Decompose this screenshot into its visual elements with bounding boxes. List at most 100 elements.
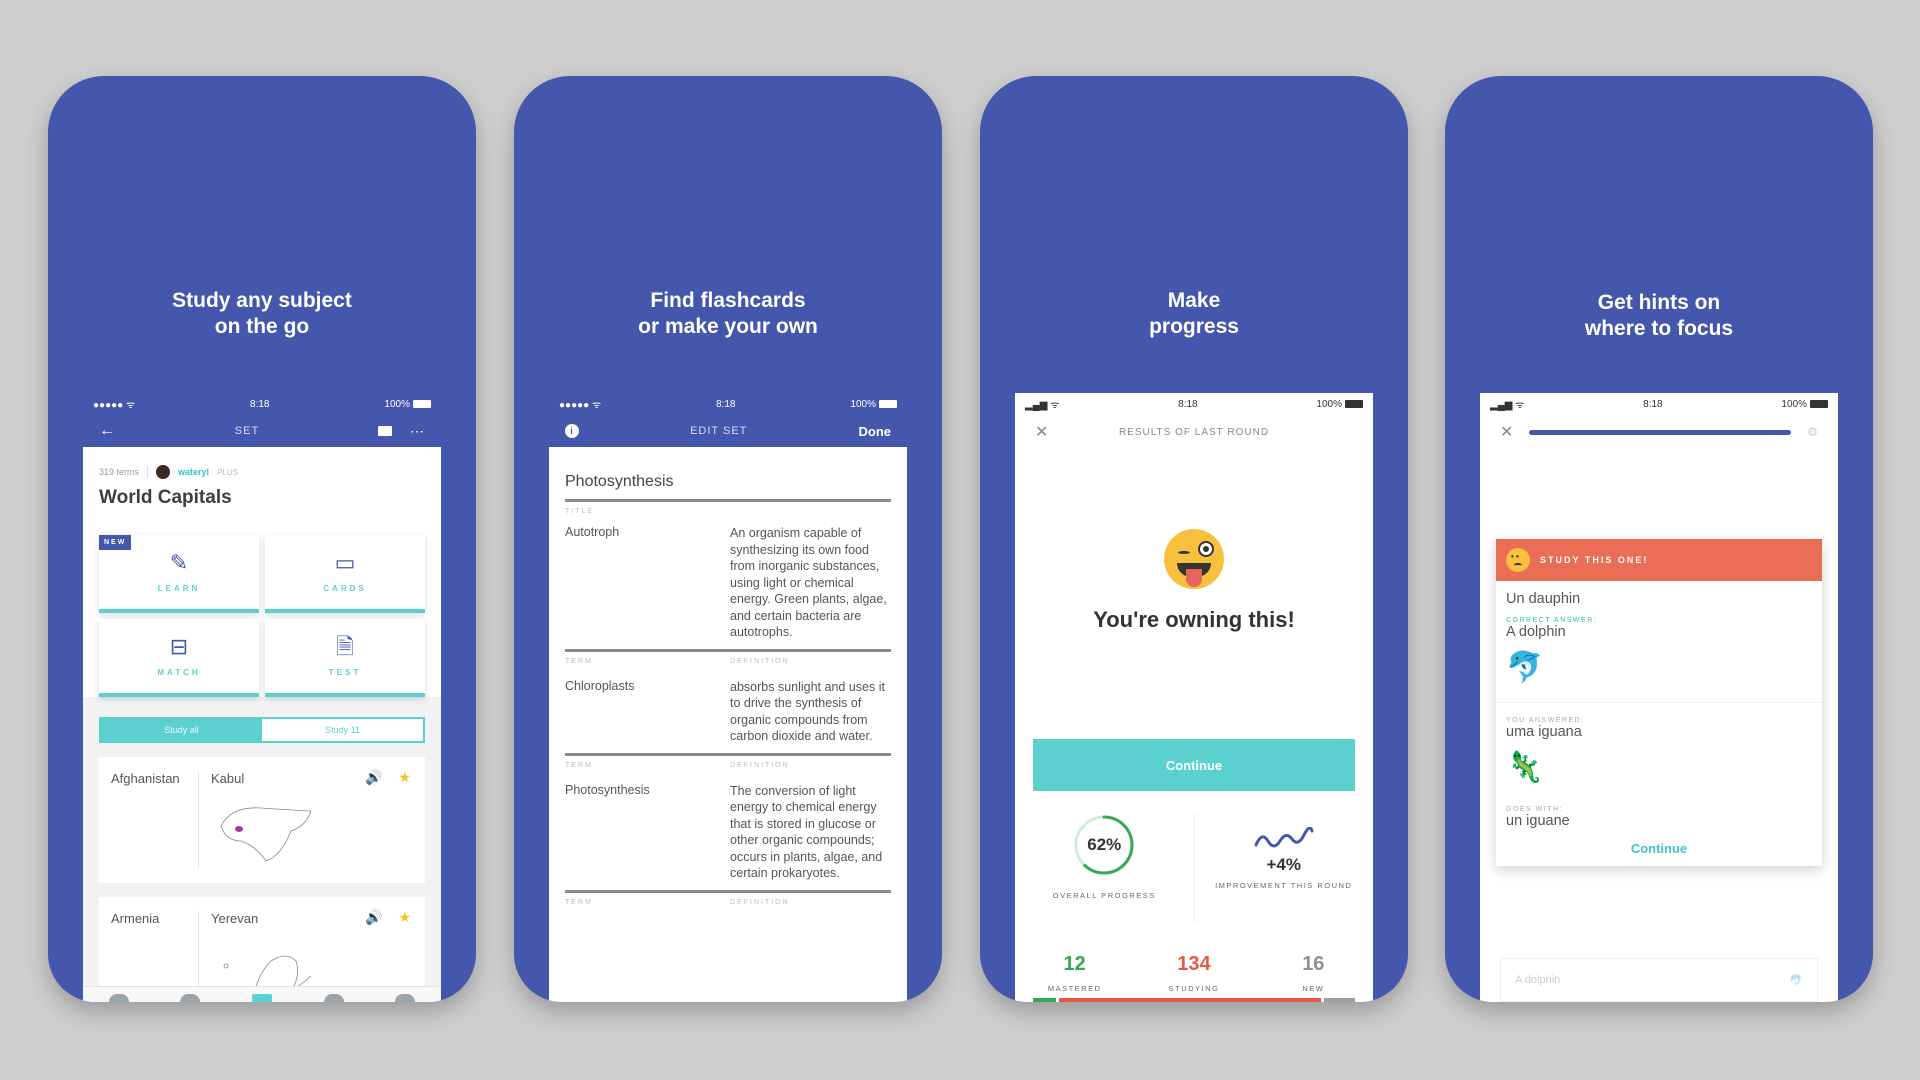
- correct-answer-label: CORRECT ANSWER:: [1506, 617, 1598, 624]
- definition-input[interactable]: absorbs sunlight and uses it to drive th…: [730, 679, 891, 745]
- star-icon[interactable]: ★: [398, 769, 411, 786]
- cards-icon: ▭: [334, 549, 356, 575]
- stats-row: 62% OVERALL PROGRESS +4% IMPROVEMENT THI…: [1015, 813, 1373, 923]
- done-button[interactable]: Done: [859, 424, 892, 439]
- headline-line: or make your own: [638, 315, 818, 338]
- star-icon[interactable]: ★: [398, 909, 411, 926]
- count-value: 16: [1302, 953, 1325, 975]
- definition-input[interactable]: An organism capable of synthesizing its …: [730, 525, 891, 641]
- username-link[interactable]: wateryl: [178, 467, 209, 477]
- set-meta: 319 terms wateryl PLUS: [99, 465, 425, 479]
- close-icon[interactable]: ✕: [1500, 422, 1513, 442]
- worried-emoji-icon: [1506, 548, 1530, 572]
- mode-test[interactable]: 🗎 TEST: [265, 619, 425, 697]
- term-actions: 🔊 ★: [365, 909, 411, 926]
- speaker-icon[interactable]: 🔊: [365, 909, 382, 926]
- signal-icon: ▂▄▆ ᯤ: [1025, 400, 1060, 411]
- card-row: Chloroplasts absorbs sunlight and uses i…: [565, 665, 891, 756]
- improvement-value: +4%: [1266, 855, 1302, 874]
- round-progress-bar: [1529, 429, 1792, 435]
- title-label: TITLE: [565, 508, 595, 515]
- improvement-stat: +4% IMPROVEMENT THIS ROUND: [1195, 813, 1374, 923]
- promo-panel-flashcards: Find flashcards or make your own ●●●●● ᯤ…: [514, 76, 942, 1002]
- term-input[interactable]: Autotroph: [565, 525, 730, 641]
- options-icon[interactable]: ⚙: [1807, 425, 1818, 439]
- status-bar: ▂▄▆ ᯤ 8:18 100%: [1480, 393, 1838, 415]
- answered-section: YOU ANSWERED: uma iguana 🦎 GOES WITH: un…: [1496, 702, 1822, 835]
- user-answer: uma iguana: [1506, 724, 1582, 740]
- next-card-preview: A dolphin 🐬: [1500, 958, 1818, 1002]
- mode-label: CARDS: [323, 583, 367, 593]
- term-input[interactable]: Photosynthesis: [565, 783, 730, 882]
- nav-bar: ✕ ⚙: [1480, 415, 1838, 449]
- mode-match[interactable]: ⊟ MATCH: [99, 619, 259, 697]
- tab-home-icon[interactable]: [108, 994, 129, 1002]
- progress-ring: 62%: [1072, 813, 1136, 877]
- goes-with-label: GOES WITH:: [1506, 806, 1563, 813]
- headline-line: where to focus: [1584, 317, 1734, 340]
- status-time: 8:18: [1643, 398, 1663, 410]
- term-label: TERM: [565, 657, 593, 665]
- progress-caption: OVERALL PROGRESS: [1052, 891, 1156, 900]
- status-time: 8:18: [716, 398, 736, 410]
- set-title-input[interactable]: Photosynthesis: [565, 473, 891, 502]
- definition-label: DEFINITION: [730, 898, 790, 906]
- term-actions: 🔊 ★: [365, 769, 411, 786]
- signal-icon: ▂▄▆ ᯤ: [1490, 400, 1525, 411]
- nav-title: SET: [234, 425, 260, 437]
- avatar[interactable]: [156, 465, 171, 479]
- close-icon[interactable]: ✕: [1035, 422, 1048, 442]
- continue-button[interactable]: Continue: [1033, 739, 1355, 791]
- new-segment: [1323, 998, 1355, 1002]
- improvement-caption: IMPROVEMENT THIS ROUND: [1215, 881, 1353, 890]
- tab-classes-icon[interactable]: [180, 994, 201, 1002]
- headline-line: Make: [1167, 289, 1221, 312]
- tab-profile-icon[interactable]: [323, 994, 344, 1002]
- nav-title: EDIT SET: [690, 425, 748, 437]
- mode-learn[interactable]: NEW ✎ LEARN: [99, 535, 259, 613]
- battery-icon: [879, 399, 897, 408]
- speaker-icon[interactable]: 🔊: [365, 769, 382, 786]
- promo-panel-hints: Get hints on where to focus ▂▄▆ ᯤ 8:18 1…: [1445, 76, 1873, 1002]
- study-starred-button[interactable]: Study 11: [262, 719, 423, 741]
- winking-tongue-emoji-icon: [1164, 529, 1224, 589]
- status-time: 8:18: [250, 398, 270, 410]
- battery-icon: [1344, 399, 1363, 408]
- plus-badge: PLUS: [217, 467, 238, 477]
- continue-button[interactable]: Continue: [1496, 835, 1822, 866]
- correct-answer: A dolphin: [1506, 624, 1566, 640]
- add-to-folder-icon[interactable]: [378, 426, 392, 436]
- progress-value: 62%: [1087, 835, 1122, 854]
- overall-progress-stat: 62% OVERALL PROGRESS: [1015, 813, 1195, 923]
- study-this-banner: STUDY THIS ONE!: [1496, 539, 1822, 581]
- count-value: 134: [1177, 953, 1211, 975]
- highlight-region: [235, 826, 243, 832]
- field-labels: TERM DEFINITION: [565, 893, 891, 906]
- info-icon[interactable]: i: [565, 424, 579, 438]
- study-toggle: Study all Study 11: [99, 717, 425, 743]
- count-label: STUDYING: [1168, 984, 1220, 993]
- pencil-icon: ✎: [169, 549, 189, 575]
- battery-indicator: 100%: [1316, 399, 1363, 410]
- divider: [147, 466, 149, 478]
- back-arrow-icon[interactable]: ←: [99, 422, 116, 440]
- battery-indicator: 100%: [384, 399, 431, 410]
- mode-cards[interactable]: ▭ CARDS: [265, 535, 425, 613]
- study-all-button[interactable]: Study all: [101, 719, 262, 741]
- set-header: 319 terms wateryl PLUS World Capitals: [83, 447, 441, 523]
- card-row: Autotroph An organism capable of synthes…: [565, 515, 891, 652]
- mastered-segment: [1033, 998, 1057, 1002]
- card-row: Photosynthesis The conversion of light e…: [565, 769, 891, 893]
- term-input[interactable]: Chloroplasts: [565, 679, 730, 745]
- definition-input[interactable]: The conversion of light energy to chemic…: [730, 783, 891, 882]
- tab-settings-icon[interactable]: [395, 994, 416, 1002]
- field-labels: TERM DEFINITION: [565, 652, 891, 665]
- headline-line: Study any subject: [172, 289, 352, 312]
- phone-screen: ▂▄▆ ᯤ 8:18 100% ✕ RESULTS OF LAST ROUND …: [1015, 393, 1373, 1002]
- mode-label: MATCH: [157, 667, 201, 677]
- asia-map-image: [220, 807, 312, 862]
- nav-bar: ← SET ⋯: [83, 415, 441, 447]
- tab-folder-icon[interactable]: [251, 994, 272, 1002]
- battery-text: 100%: [1316, 398, 1342, 410]
- more-options-icon[interactable]: ⋯: [410, 423, 425, 440]
